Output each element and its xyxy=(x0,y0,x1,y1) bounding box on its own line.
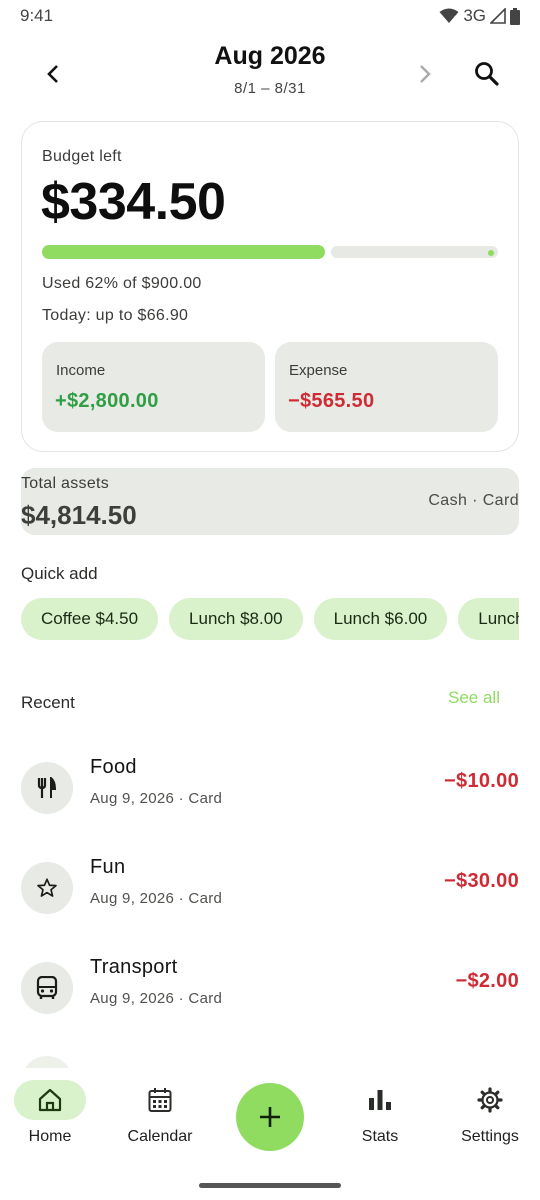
month-title: Aug 2026 xyxy=(214,42,326,70)
search-button[interactable] xyxy=(467,54,507,94)
network-type: 3G xyxy=(463,6,486,25)
status-bar: 9:41 3G xyxy=(0,0,540,34)
month-header: Aug 2026 8/1 – 8/31 xyxy=(0,34,540,110)
wifi-icon xyxy=(439,8,459,23)
nav-calendar[interactable]: Calendar xyxy=(110,1080,210,1146)
progress-end-dot xyxy=(488,250,494,256)
expense-label: Expense xyxy=(289,362,348,379)
income-label: Income xyxy=(56,362,106,379)
star-icon xyxy=(21,862,73,914)
quick-add-chip[interactable]: Lunch $6.00 xyxy=(313,598,448,640)
next-month-button[interactable] xyxy=(405,54,445,94)
chevron-right-icon xyxy=(420,65,431,83)
expense-summary[interactable]: Expense −$565.50 xyxy=(275,342,498,432)
utensils-icon xyxy=(21,762,73,814)
transaction-meta: Aug 9, 2026 · Card xyxy=(90,990,223,1007)
status-icons: 3G xyxy=(439,6,520,26)
income-summary[interactable]: Income +$2,800.00 xyxy=(42,342,265,432)
nav-calendar-label: Calendar xyxy=(127,1128,193,1145)
nav-settings[interactable]: Settings xyxy=(440,1080,540,1146)
transaction-category: Fun xyxy=(90,856,126,878)
transaction-category: Food xyxy=(90,756,137,778)
bottom-navigation: Home Calendar Stats Settings xyxy=(0,1068,540,1200)
home-icon xyxy=(14,1080,86,1120)
transaction-amount: −$10.00 xyxy=(444,770,519,792)
transaction-amount: −$30.00 xyxy=(444,870,519,892)
bar-chart-icon xyxy=(344,1080,416,1120)
quick-add-chip[interactable]: Coffee $4.50 xyxy=(21,598,159,640)
quick-add-chips[interactable]: Coffee $4.50 Lunch $8.00 Lunch $6.00 Lun… xyxy=(21,598,519,640)
total-assets-card[interactable]: Total assets $4,814.50 Cash · Card xyxy=(21,468,519,535)
budget-progress-bar xyxy=(42,245,498,259)
search-icon xyxy=(475,62,499,86)
status-time: 9:41 xyxy=(20,6,54,25)
plus-icon xyxy=(260,1107,280,1127)
total-assets-value: $4,814.50 xyxy=(21,500,137,530)
total-assets-label: Total assets xyxy=(21,475,110,492)
budget-used-text: Used 62% of $900.00 xyxy=(42,275,202,292)
quick-add-title: Quick add xyxy=(21,564,98,583)
transaction-row[interactable]: Transport Aug 9, 2026 · Card −$2.00 xyxy=(21,956,519,1017)
battery-icon xyxy=(510,7,520,25)
quick-add-chip[interactable]: Lunch $8.00 xyxy=(169,598,303,640)
bus-icon xyxy=(21,962,73,1014)
budget-left-label: Budget left xyxy=(42,148,122,165)
add-transaction-button[interactable] xyxy=(236,1083,304,1151)
nav-settings-label: Settings xyxy=(461,1128,519,1145)
transaction-row[interactable]: Fun Aug 9, 2026 · Card −$30.00 xyxy=(21,856,519,917)
expense-value: −$565.50 xyxy=(288,390,375,412)
gear-icon xyxy=(454,1080,526,1120)
progress-track xyxy=(331,246,498,258)
nav-stats-label: Stats xyxy=(361,1128,399,1145)
nav-home-label: Home xyxy=(28,1128,72,1145)
budget-left-amount: $334.50 xyxy=(41,173,226,231)
quick-add-chip[interactable]: Lunch $8.00 xyxy=(458,598,519,640)
transaction-row[interactable]: Food Aug 9, 2026 · Card −$10.00 xyxy=(21,756,519,817)
nav-stats[interactable]: Stats xyxy=(330,1080,430,1146)
see-all-link[interactable]: See all xyxy=(448,688,500,708)
asset-accounts: Cash · Card xyxy=(428,492,519,509)
budget-card[interactable]: Budget left $334.50 Used 62% of $900.00 … xyxy=(21,121,519,452)
progress-fill xyxy=(42,245,325,259)
transaction-category: Transport xyxy=(90,956,178,978)
calendar-icon xyxy=(124,1080,196,1120)
income-value: +$2,800.00 xyxy=(55,390,159,412)
nav-home[interactable]: Home xyxy=(0,1080,100,1146)
month-date-range: 8/1 – 8/31 xyxy=(234,80,306,97)
transaction-amount: −$2.00 xyxy=(455,970,519,992)
transaction-meta: Aug 9, 2026 · Card xyxy=(90,890,223,907)
transaction-meta: Aug 9, 2026 · Card xyxy=(90,790,223,807)
gesture-home-indicator xyxy=(199,1183,341,1188)
signal-icon xyxy=(490,8,506,24)
daily-allowance-text: Today: up to $66.90 xyxy=(42,307,189,324)
recent-title: Recent xyxy=(21,693,75,712)
